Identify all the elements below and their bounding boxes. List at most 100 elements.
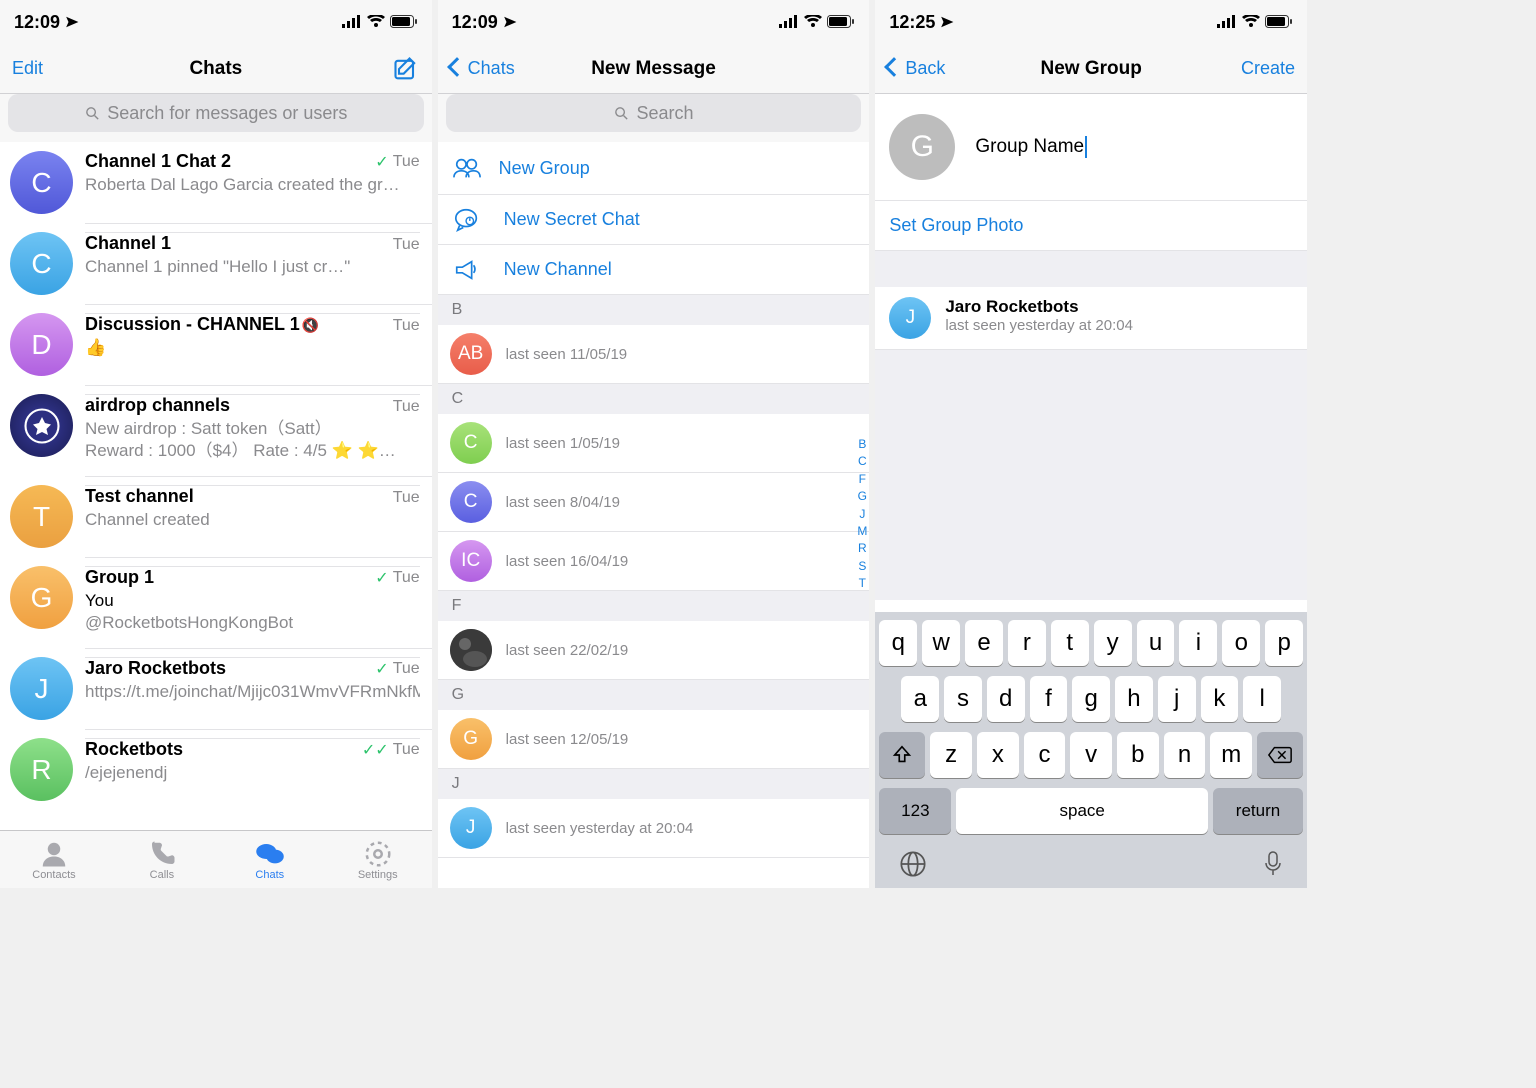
screen-new-group: 12:25 Back New Group Create G Group Name… <box>875 0 1307 888</box>
avatar: G <box>10 566 73 629</box>
option-label: New Group <box>499 158 590 179</box>
chat-row[interactable]: CChannel 1 Chat 2✓TueRoberta Dal Lago Ga… <box>0 142 432 223</box>
key-u[interactable]: u <box>1137 620 1175 666</box>
numeric-key[interactable]: 123 <box>879 788 951 834</box>
tab-settings[interactable]: Settings <box>324 831 432 888</box>
avatar <box>450 629 492 671</box>
avatar: G <box>450 718 492 760</box>
selected-contact-row[interactable]: J Jaro Rocketbots last seen yesterday at… <box>875 287 1307 350</box>
create-button[interactable]: Create <box>1241 58 1295 79</box>
key-s[interactable]: s <box>944 676 982 722</box>
return-key[interactable]: return <box>1213 788 1303 834</box>
key-b[interactable]: b <box>1117 732 1159 778</box>
contact-status: last seen 8/04/19 <box>506 494 620 511</box>
chat-row[interactable]: RRocketbots✓✓Tue/ejejenendj <box>0 729 432 810</box>
chat-row[interactable]: GGroup 1✓TueYou@RocketbotsHongKongBot <box>0 557 432 648</box>
key-h[interactable]: h <box>1115 676 1153 722</box>
key-q[interactable]: q <box>879 620 917 666</box>
chat-row[interactable]: CChannel 1TueChannel 1 pinned "Hello I j… <box>0 223 432 304</box>
key-c[interactable]: c <box>1024 732 1066 778</box>
key-y[interactable]: y <box>1094 620 1132 666</box>
key-i[interactable]: i <box>1179 620 1217 666</box>
contact-row[interactable]: Clast seen 8/04/19 <box>438 473 870 532</box>
key-r[interactable]: r <box>1008 620 1046 666</box>
back-button[interactable]: Chats <box>450 58 515 79</box>
key-x[interactable]: x <box>977 732 1019 778</box>
shift-key[interactable] <box>879 732 925 778</box>
key-k[interactable]: k <box>1201 676 1239 722</box>
key-z[interactable]: z <box>930 732 972 778</box>
compose-button[interactable] <box>392 55 420 83</box>
search-input[interactable]: Search <box>446 94 862 132</box>
index-letter[interactable]: M <box>857 523 867 540</box>
key-w[interactable]: w <box>922 620 960 666</box>
backspace-key[interactable] <box>1257 732 1303 778</box>
index-letter[interactable]: T <box>859 575 866 592</box>
contact-row[interactable]: ABlast seen 11/05/19 <box>438 325 870 384</box>
chat-row[interactable]: TTest channelTueChannel created <box>0 476 432 557</box>
status-time: 12:09 <box>452 12 498 33</box>
chat-name: Channel 1 <box>85 233 171 254</box>
avatar: D <box>10 313 73 376</box>
text-cursor <box>1085 136 1087 158</box>
edit-button[interactable]: Edit <box>12 58 43 79</box>
option-new-channel[interactable]: New Channel <box>438 244 870 294</box>
chat-row[interactable]: airdrop channelsTueNew airdrop : Satt to… <box>0 385 432 476</box>
index-letter[interactable]: C <box>858 453 867 470</box>
contact-row[interactable]: Jlast seen yesterday at 20:04 <box>438 799 870 858</box>
nav-bar: Chats New Message <box>438 44 870 94</box>
cellular-icon <box>342 15 362 29</box>
index-letter[interactable]: G <box>858 488 867 505</box>
mic-icon[interactable] <box>1263 850 1283 878</box>
avatar: IC <box>450 540 492 582</box>
tab-calls[interactable]: Calls <box>108 831 216 888</box>
key-g[interactable]: g <box>1072 676 1110 722</box>
contact-row[interactable]: Glast seen 12/05/19 <box>438 710 870 769</box>
tab-contacts[interactable]: Contacts <box>0 831 108 888</box>
compose-icon <box>392 55 420 83</box>
contacts-icon <box>39 839 69 869</box>
key-e[interactable]: e <box>965 620 1003 666</box>
contact-row[interactable]: Clast seen 1/05/19 <box>438 414 870 473</box>
option-new-group[interactable]: New Group <box>438 142 870 194</box>
settings-icon <box>363 839 393 869</box>
set-group-photo-button[interactable]: Set Group Photo <box>875 201 1307 251</box>
key-o[interactable]: o <box>1222 620 1260 666</box>
key-f[interactable]: f <box>1030 676 1068 722</box>
back-button[interactable]: Back <box>887 58 945 79</box>
key-a[interactable]: a <box>901 676 939 722</box>
chat-row[interactable]: JJaro Rocketbots✓Tuehttps://t.me/joincha… <box>0 648 432 729</box>
index-letter[interactable]: F <box>859 471 866 488</box>
search-placeholder: Search for messages or users <box>107 103 347 124</box>
index-letter[interactable]: J <box>859 506 865 523</box>
key-m[interactable]: m <box>1210 732 1252 778</box>
tab-chats[interactable]: Chats <box>216 831 324 888</box>
key-l[interactable]: l <box>1243 676 1281 722</box>
key-v[interactable]: v <box>1070 732 1112 778</box>
option-new-secret-chat[interactable]: New Secret Chat <box>438 194 870 244</box>
key-j[interactable]: j <box>1158 676 1196 722</box>
back-label: Chats <box>468 58 515 79</box>
key-t[interactable]: t <box>1051 620 1089 666</box>
key-d[interactable]: d <box>987 676 1025 722</box>
key-n[interactable]: n <box>1164 732 1206 778</box>
group-name-input[interactable]: Group Name <box>975 136 1087 158</box>
index-letter[interactable]: R <box>858 540 867 557</box>
chat-name: Jaro Rocketbots <box>85 658 226 679</box>
read-tick-icon: ✓✓ <box>362 740 389 760</box>
contact-status: last seen 1/05/19 <box>506 435 620 452</box>
contacts-list: B ABlast seen 11/05/19 CClast seen 1/05/19… <box>438 295 870 858</box>
index-scrubber[interactable]: BCFGJMRST <box>857 436 867 593</box>
index-letter[interactable]: B <box>858 436 866 453</box>
search-input[interactable]: Search for messages or users <box>8 94 424 132</box>
contact-row[interactable]: IClast seen 16/04/19 <box>438 532 870 591</box>
key-p[interactable]: p <box>1265 620 1303 666</box>
globe-icon[interactable] <box>899 850 927 878</box>
contact-row[interactable]: last seen 22/02/19 <box>438 621 870 680</box>
chat-row[interactable]: DDiscussion - CHANNEL 1🔇Tue👍 <box>0 304 432 385</box>
group-photo-placeholder[interactable]: G <box>889 114 955 180</box>
chat-preview: New airdrop : Satt token（Satt）Reward : 1… <box>85 418 420 462</box>
avatar: T <box>10 485 73 548</box>
index-letter[interactable]: S <box>858 558 866 575</box>
space-key[interactable]: space <box>956 788 1208 834</box>
